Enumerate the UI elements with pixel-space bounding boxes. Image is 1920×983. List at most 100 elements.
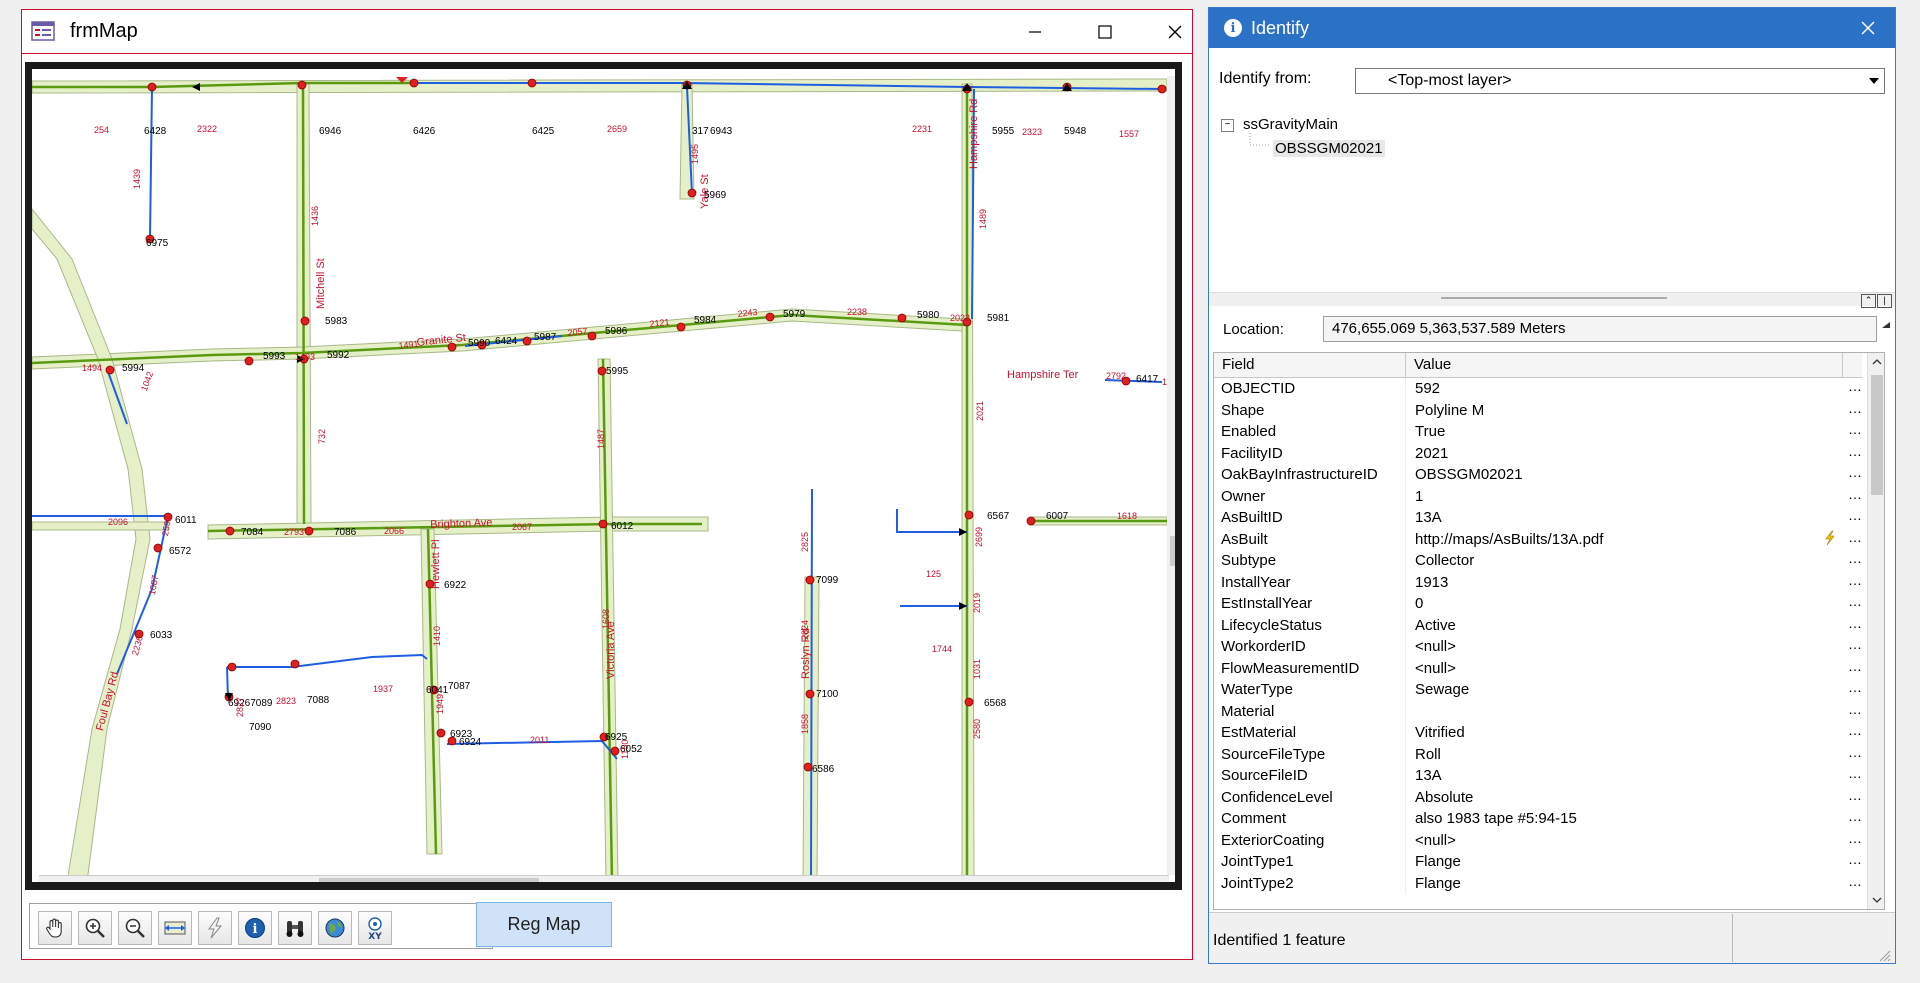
grid-row[interactable]: ExteriorCoating <null>…: [1214, 829, 1862, 851]
reg-map-button[interactable]: Reg Map: [476, 902, 612, 947]
grid-row[interactable]: SourceFileID 13A…: [1214, 765, 1862, 787]
maximize-button[interactable]: [1082, 10, 1128, 53]
field-value[interactable]: Polyline M: [1415, 402, 1484, 419]
field-value[interactable]: 1913: [1415, 574, 1448, 591]
ellipsis-button[interactable]: …: [1848, 701, 1862, 717]
ellipsis-button[interactable]: …: [1848, 529, 1862, 545]
grid-row[interactable]: OBJECTID 592…: [1214, 378, 1862, 400]
hscroll-thumb[interactable]: [319, 878, 539, 882]
grid-row[interactable]: Material…: [1214, 700, 1862, 722]
zoom-in-button[interactable]: [78, 911, 112, 945]
ellipsis-button[interactable]: …: [1848, 722, 1862, 738]
goto-xy-button[interactable]: XY: [358, 911, 392, 945]
field-value[interactable]: http://maps/AsBuilts/13A.pdf: [1415, 531, 1603, 548]
grid-row[interactable]: Subtype Collector…: [1214, 550, 1862, 572]
ellipsis-button[interactable]: …: [1848, 378, 1862, 394]
field-value[interactable]: 592: [1415, 380, 1440, 397]
grid-row[interactable]: EstInstallYear 0…: [1214, 593, 1862, 615]
grid-row[interactable]: FacilityID 2021…: [1214, 442, 1862, 464]
ellipsis-button[interactable]: …: [1848, 593, 1862, 609]
collapse-icon[interactable]: −: [1221, 119, 1234, 132]
identify-close-button[interactable]: [1843, 8, 1893, 48]
field-value[interactable]: Sewage: [1415, 681, 1469, 698]
resize-grip-icon[interactable]: [1877, 948, 1891, 962]
ellipsis-button[interactable]: …: [1848, 744, 1862, 760]
grid-scroll-thumb[interactable]: [1871, 375, 1883, 495]
frmmap-titlebar[interactable]: frmMap: [22, 10, 1192, 53]
find-button[interactable]: [278, 911, 312, 945]
zoom-out-button[interactable]: [118, 911, 152, 945]
map-canvas[interactable]: Mitchell St Granite St Hampshire Rd Hampshi…: [32, 69, 1175, 882]
ellipsis-button[interactable]: …: [1848, 615, 1862, 631]
grid-row[interactable]: AsBuilt http://maps/AsBuilts/13A.pdf…: [1214, 528, 1862, 550]
ellipsis-button[interactable]: …: [1848, 507, 1862, 523]
field-value[interactable]: OBSSGM02021: [1415, 466, 1523, 483]
pan-tool-button[interactable]: [38, 911, 72, 945]
grid-row[interactable]: WorkorderID <null>…: [1214, 636, 1862, 658]
value-column-header[interactable]: Value: [1414, 356, 1451, 373]
field-value[interactable]: True: [1415, 423, 1445, 440]
field-value[interactable]: <null>: [1415, 832, 1456, 849]
field-value[interactable]: Vitrified: [1415, 724, 1465, 741]
grid-vertical-scrollbar[interactable]: [1867, 353, 1884, 909]
grid-row[interactable]: FlowMeasurementID <null>…: [1214, 657, 1862, 679]
hyperlink-lightning-icon[interactable]: [1824, 530, 1836, 550]
pane-toggle-icon[interactable]: |: [1877, 294, 1892, 308]
field-column-header[interactable]: Field: [1222, 356, 1255, 373]
map-horizontal-scrollbar[interactable]: [39, 875, 1169, 882]
grid-row[interactable]: LifecycleStatus Active…: [1214, 614, 1862, 636]
hyperlink-button[interactable]: [198, 911, 232, 945]
grid-row[interactable]: JointType1 Flange…: [1214, 851, 1862, 873]
ellipsis-button[interactable]: …: [1848, 400, 1862, 416]
full-extent-button[interactable]: [158, 911, 192, 945]
identify-from-select[interactable]: <Top-most layer>: [1355, 68, 1885, 94]
grid-row[interactable]: JointType2 Flange…: [1214, 872, 1862, 894]
ellipsis-button[interactable]: …: [1848, 572, 1862, 588]
grid-row[interactable]: Owner 1…: [1214, 485, 1862, 507]
map-vertical-scrollbar[interactable]: [1167, 76, 1175, 875]
location-dropdown-icon[interactable]: [1881, 321, 1891, 331]
scroll-down-icon[interactable]: [1868, 891, 1884, 909]
field-value[interactable]: Absolute: [1415, 789, 1473, 806]
ellipsis-button[interactable]: …: [1848, 765, 1862, 781]
grid-row[interactable]: EstMaterial Vitrified…: [1214, 722, 1862, 744]
grid-row[interactable]: ConfidenceLevel Absolute…: [1214, 786, 1862, 808]
grid-row[interactable]: Comment also 1983 tape #5:94-15…: [1214, 808, 1862, 830]
grid-row[interactable]: WaterType Sewage…: [1214, 679, 1862, 701]
ellipsis-button[interactable]: …: [1848, 636, 1862, 652]
grid-row[interactable]: AsBuiltID 13A…: [1214, 507, 1862, 529]
grid-row[interactable]: OakBayInfrastructureID OBSSGM02021…: [1214, 464, 1862, 486]
field-value[interactable]: Roll: [1415, 746, 1441, 763]
ellipsis-button[interactable]: …: [1848, 486, 1862, 502]
field-value[interactable]: Collector: [1415, 552, 1474, 569]
globe-button[interactable]: [318, 911, 352, 945]
identify-button[interactable]: i: [238, 911, 272, 945]
field-value[interactable]: also 1983 tape #5:94-15: [1415, 810, 1577, 827]
scroll-up-icon[interactable]: [1868, 353, 1884, 371]
grid-row[interactable]: InstallYear 1913…: [1214, 571, 1862, 593]
close-button[interactable]: [1152, 10, 1198, 53]
grid-row[interactable]: Shape Polyline M…: [1214, 399, 1862, 421]
tree-feature-node[interactable]: OBSSGM02021: [1273, 140, 1385, 157]
field-value[interactable]: 13A: [1415, 509, 1442, 526]
ellipsis-button[interactable]: …: [1848, 873, 1862, 889]
field-value[interactable]: 13A: [1415, 767, 1442, 784]
ellipsis-button[interactable]: …: [1848, 830, 1862, 846]
field-value[interactable]: 2021: [1415, 445, 1448, 462]
pane-splitter[interactable]: ⌃ |: [1209, 292, 1895, 308]
field-value[interactable]: Flange: [1415, 875, 1461, 892]
field-value[interactable]: Active: [1415, 617, 1456, 634]
ellipsis-button[interactable]: …: [1848, 421, 1862, 437]
field-value[interactable]: <null>: [1415, 638, 1456, 655]
minimize-button[interactable]: [1012, 10, 1058, 53]
ellipsis-button[interactable]: …: [1848, 787, 1862, 803]
identify-titlebar[interactable]: i Identify: [1209, 8, 1895, 48]
field-value[interactable]: Flange: [1415, 853, 1461, 870]
chevron-down-icon[interactable]: [1864, 69, 1884, 93]
ellipsis-button[interactable]: …: [1848, 550, 1862, 566]
ellipsis-button[interactable]: …: [1848, 658, 1862, 674]
collapse-pane-icon[interactable]: ⌃: [1861, 294, 1876, 308]
vscroll-thumb[interactable]: [1170, 536, 1175, 566]
grid-row[interactable]: SourceFileType Roll…: [1214, 743, 1862, 765]
map-drawing[interactable]: [32, 69, 1175, 882]
